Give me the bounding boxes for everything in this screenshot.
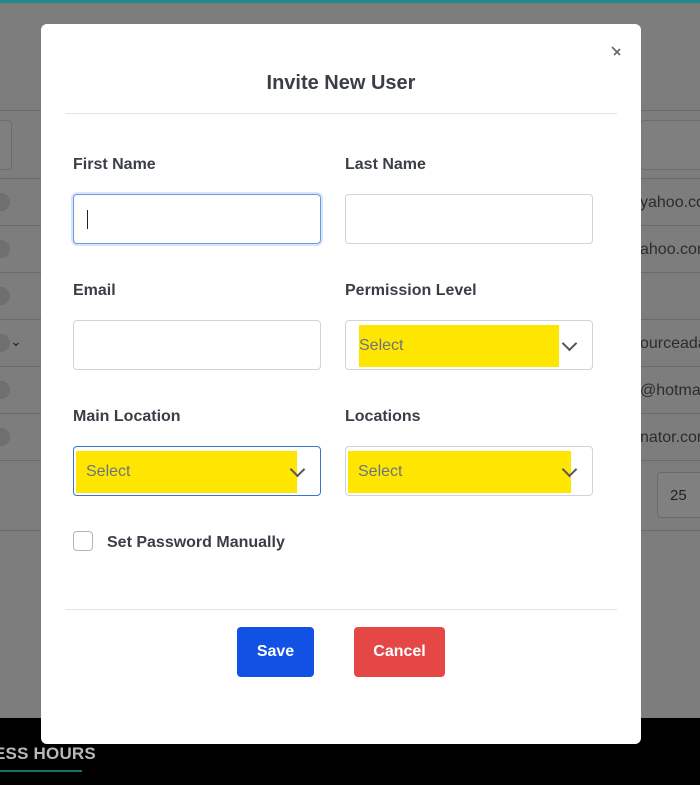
- chevron-down-icon: ⌄: [10, 333, 22, 349]
- permission-level-label: Permission Level: [345, 282, 477, 299]
- background-avatar: [0, 240, 10, 258]
- first-name-label: First Name: [73, 156, 156, 173]
- main-location-value: Select: [86, 463, 131, 480]
- first-name-input[interactable]: [73, 194, 321, 244]
- header-divider: [65, 113, 617, 114]
- text-caret: [87, 210, 88, 229]
- background-search-box: [640, 120, 700, 170]
- background-filter-box: [0, 120, 12, 170]
- close-icon-glyph: [611, 46, 621, 56]
- background-avatar: [0, 193, 10, 211]
- email-input[interactable]: [73, 320, 321, 370]
- invite-user-modal: Invite New User First Name Last Name Ema…: [41, 24, 641, 744]
- background-email-text: nator.cor: [640, 429, 700, 446]
- modal-title: Invite New User: [266, 72, 416, 94]
- footer-underline: [0, 770, 82, 772]
- main-location-select[interactable]: Select: [73, 446, 321, 496]
- background-avatar: [0, 428, 10, 446]
- close-icon[interactable]: [609, 40, 625, 64]
- background-avatar: [0, 334, 10, 352]
- background-email-text: ourceada: [640, 335, 700, 352]
- last-name-input[interactable]: [345, 194, 593, 244]
- chevron-down-icon: [561, 335, 578, 352]
- per-page-select: 25: [657, 472, 700, 518]
- cancel-button[interactable]: Cancel: [354, 627, 445, 677]
- last-name-label: Last Name: [345, 156, 426, 173]
- background-email-text: yahoo.co: [640, 194, 700, 211]
- background-avatar: [0, 287, 10, 305]
- locations-value: Select: [358, 463, 403, 480]
- background-email-text: @hotmail: [640, 382, 700, 399]
- footer-divider: [65, 609, 617, 610]
- permission-level-value: Select: [359, 337, 404, 354]
- locations-label: Locations: [345, 408, 421, 425]
- background-avatar: [0, 381, 10, 399]
- permission-level-select[interactable]: Select: [345, 320, 593, 370]
- set-password-label[interactable]: Set Password Manually: [107, 534, 285, 552]
- main-location-label: Main Location: [73, 408, 181, 425]
- email-label: Email: [73, 282, 116, 299]
- set-password-checkbox[interactable]: [73, 531, 93, 551]
- save-button[interactable]: Save: [237, 627, 314, 677]
- footer-title: ESS HOURS: [0, 744, 96, 763]
- locations-select[interactable]: Select: [345, 446, 593, 496]
- background-email-text: ahoo.con: [640, 241, 700, 258]
- top-accent-bar: [0, 0, 700, 3]
